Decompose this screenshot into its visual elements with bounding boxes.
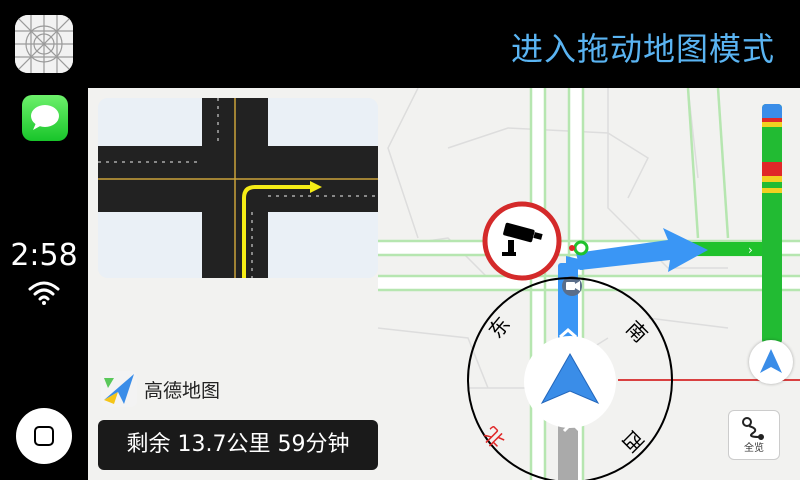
top-bar: 进入拖动地图模式	[88, 0, 800, 88]
overview-label: 全览	[744, 443, 764, 454]
junction-view	[98, 98, 378, 278]
map-view[interactable]: › 东 南 西 北 高德地图 剩余 13.7公里 59分钟 全览	[88, 88, 800, 480]
remaining-distance-time: 剩余 13.7公里 59分钟	[98, 420, 378, 470]
location-button[interactable]	[749, 340, 793, 384]
drag-map-mode-button[interactable]: 进入拖动地图模式	[511, 24, 775, 70]
home-square-icon	[34, 426, 54, 446]
svg-text:›: ›	[748, 243, 753, 257]
traffic-status-bar	[762, 104, 782, 344]
clock: 2:58	[10, 238, 78, 273]
amap-logo-text: 高德地图	[144, 379, 221, 402]
route-overview-icon	[742, 417, 764, 440]
navigation-arrow-icon	[760, 349, 782, 373]
messages-app-icon[interactable]	[22, 95, 68, 141]
overview-button[interactable]: 全览	[728, 410, 780, 460]
home-button[interactable]	[16, 408, 72, 464]
amap-logo: 高德地图	[100, 370, 220, 408]
maps-app-icon[interactable]	[15, 15, 73, 73]
amap-logo-icon	[101, 371, 137, 407]
wifi-icon	[28, 281, 60, 305]
carplay-sidebar: 2:58	[0, 0, 88, 480]
